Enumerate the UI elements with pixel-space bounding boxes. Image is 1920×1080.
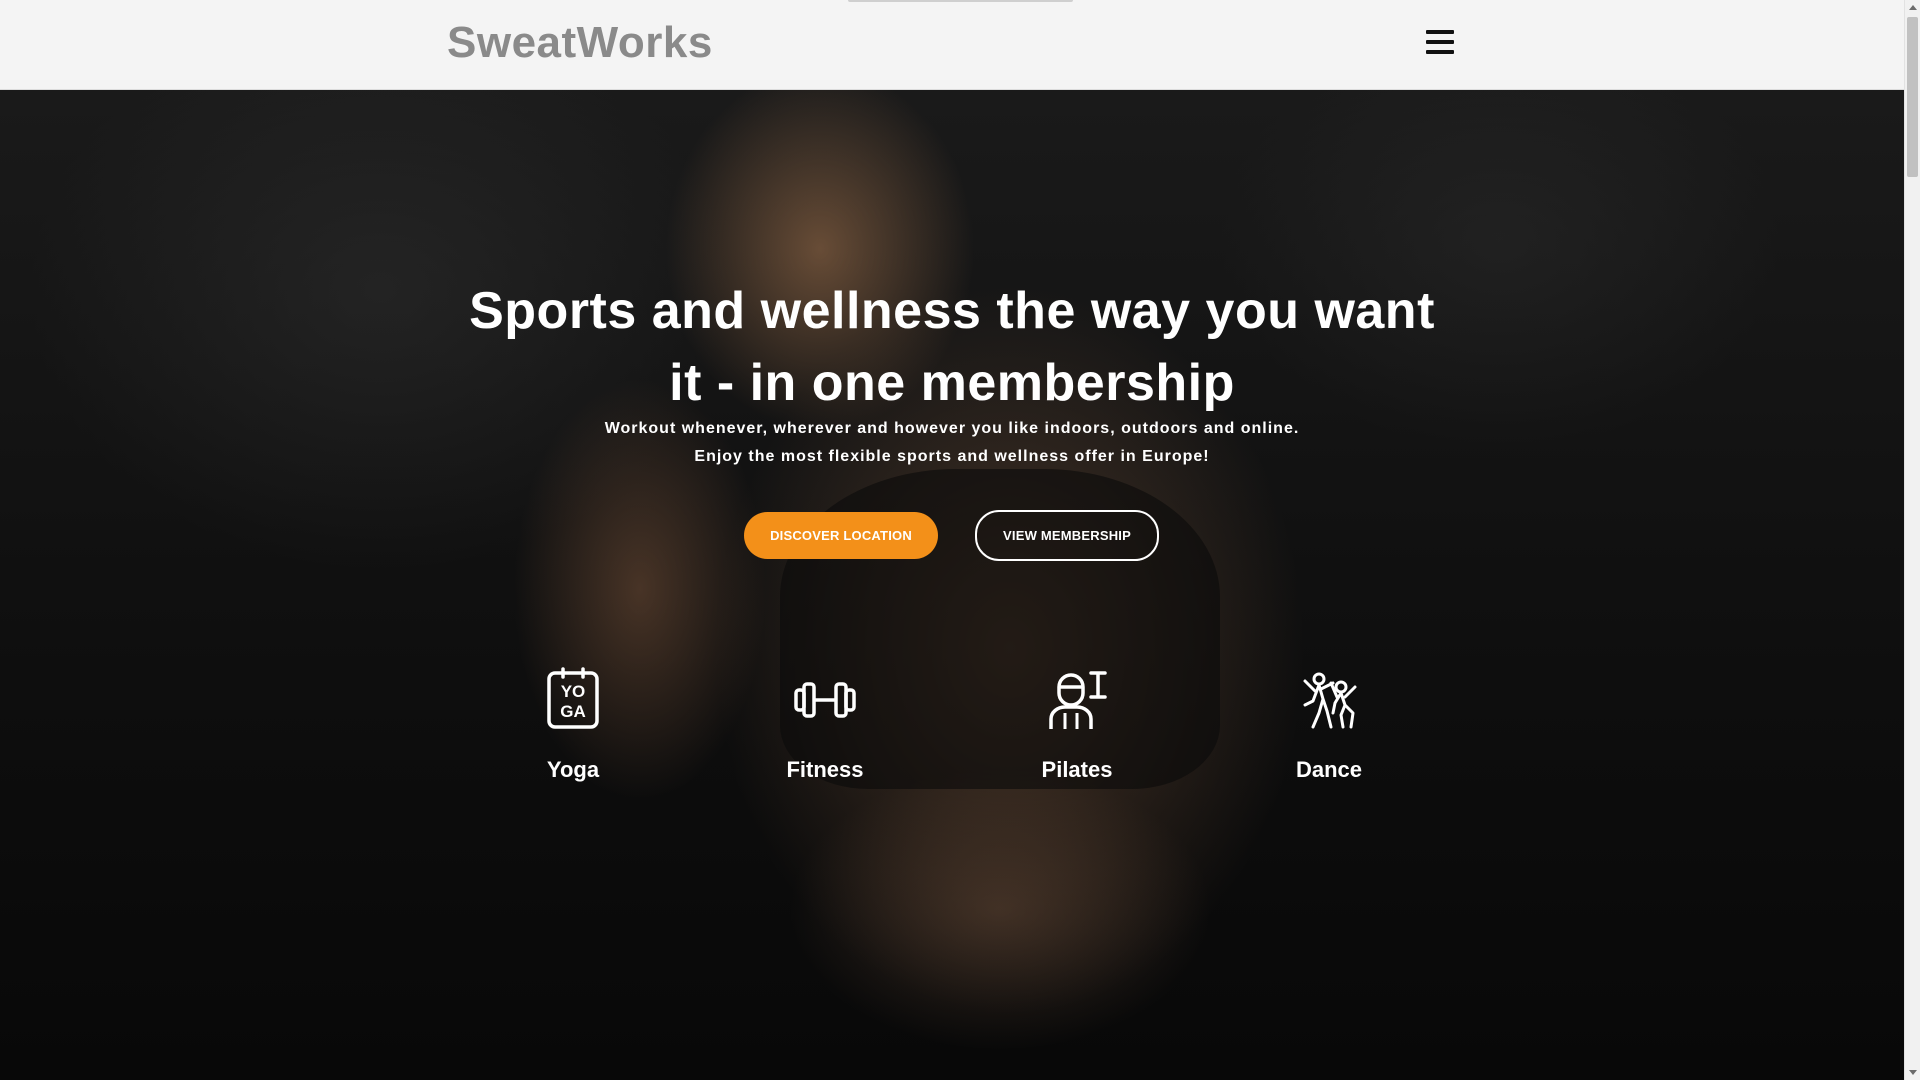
dumbbell-icon <box>793 667 857 731</box>
hamburger-menu-icon[interactable] <box>1426 30 1456 58</box>
scroll-down-arrow-icon[interactable] <box>1909 1070 1917 1075</box>
scroll-up-arrow-icon[interactable] <box>1909 5 1917 10</box>
category-dance[interactable]: Dance <box>1249 667 1409 783</box>
browser-tab-hint <box>848 0 1073 2</box>
category-label: Fitness <box>786 757 864 782</box>
category-pilates[interactable]: Pilates <box>997 667 1157 783</box>
hero-headline: Sports and wellness the way you want it … <box>469 282 1435 412</box>
brand-logo[interactable]: SweatWorks <box>447 18 713 68</box>
hero-content: Sports and wellness the way you want it … <box>0 89 1904 1080</box>
page: SweatWorks Sports and wellness the way y… <box>0 0 1920 1080</box>
scrollbar-thumb[interactable] <box>1907 17 1918 177</box>
svg-text:GA: GA <box>560 702 586 721</box>
vertical-scrollbar[interactable] <box>1904 0 1920 1080</box>
category-label: Pilates <box>1041 757 1113 782</box>
menu-bar <box>1426 50 1454 54</box>
yoga-icon: YO GA <box>541 667 605 731</box>
discover-location-button[interactable]: DISCOVER LOCATION <box>744 512 938 559</box>
view-membership-button[interactable]: VIEW MEMBERSHIP <box>975 510 1159 561</box>
pilates-instructor-icon <box>1045 667 1109 731</box>
menu-bar <box>1426 40 1454 44</box>
hero-subtext: Workout whenever, wherever and however y… <box>604 420 1300 465</box>
category-fitness[interactable]: Fitness <box>745 667 905 783</box>
category-label: Yoga <box>546 757 600 782</box>
menu-bar <box>1426 30 1454 34</box>
category-yoga[interactable]: YO GA Yoga <box>493 667 653 783</box>
hero-section: Sports and wellness the way you want it … <box>0 89 1904 1080</box>
navbar: SweatWorks <box>0 0 1904 90</box>
svg-text:YO: YO <box>561 682 586 701</box>
category-label: Dance <box>1295 757 1363 782</box>
dancers-icon <box>1297 667 1361 731</box>
